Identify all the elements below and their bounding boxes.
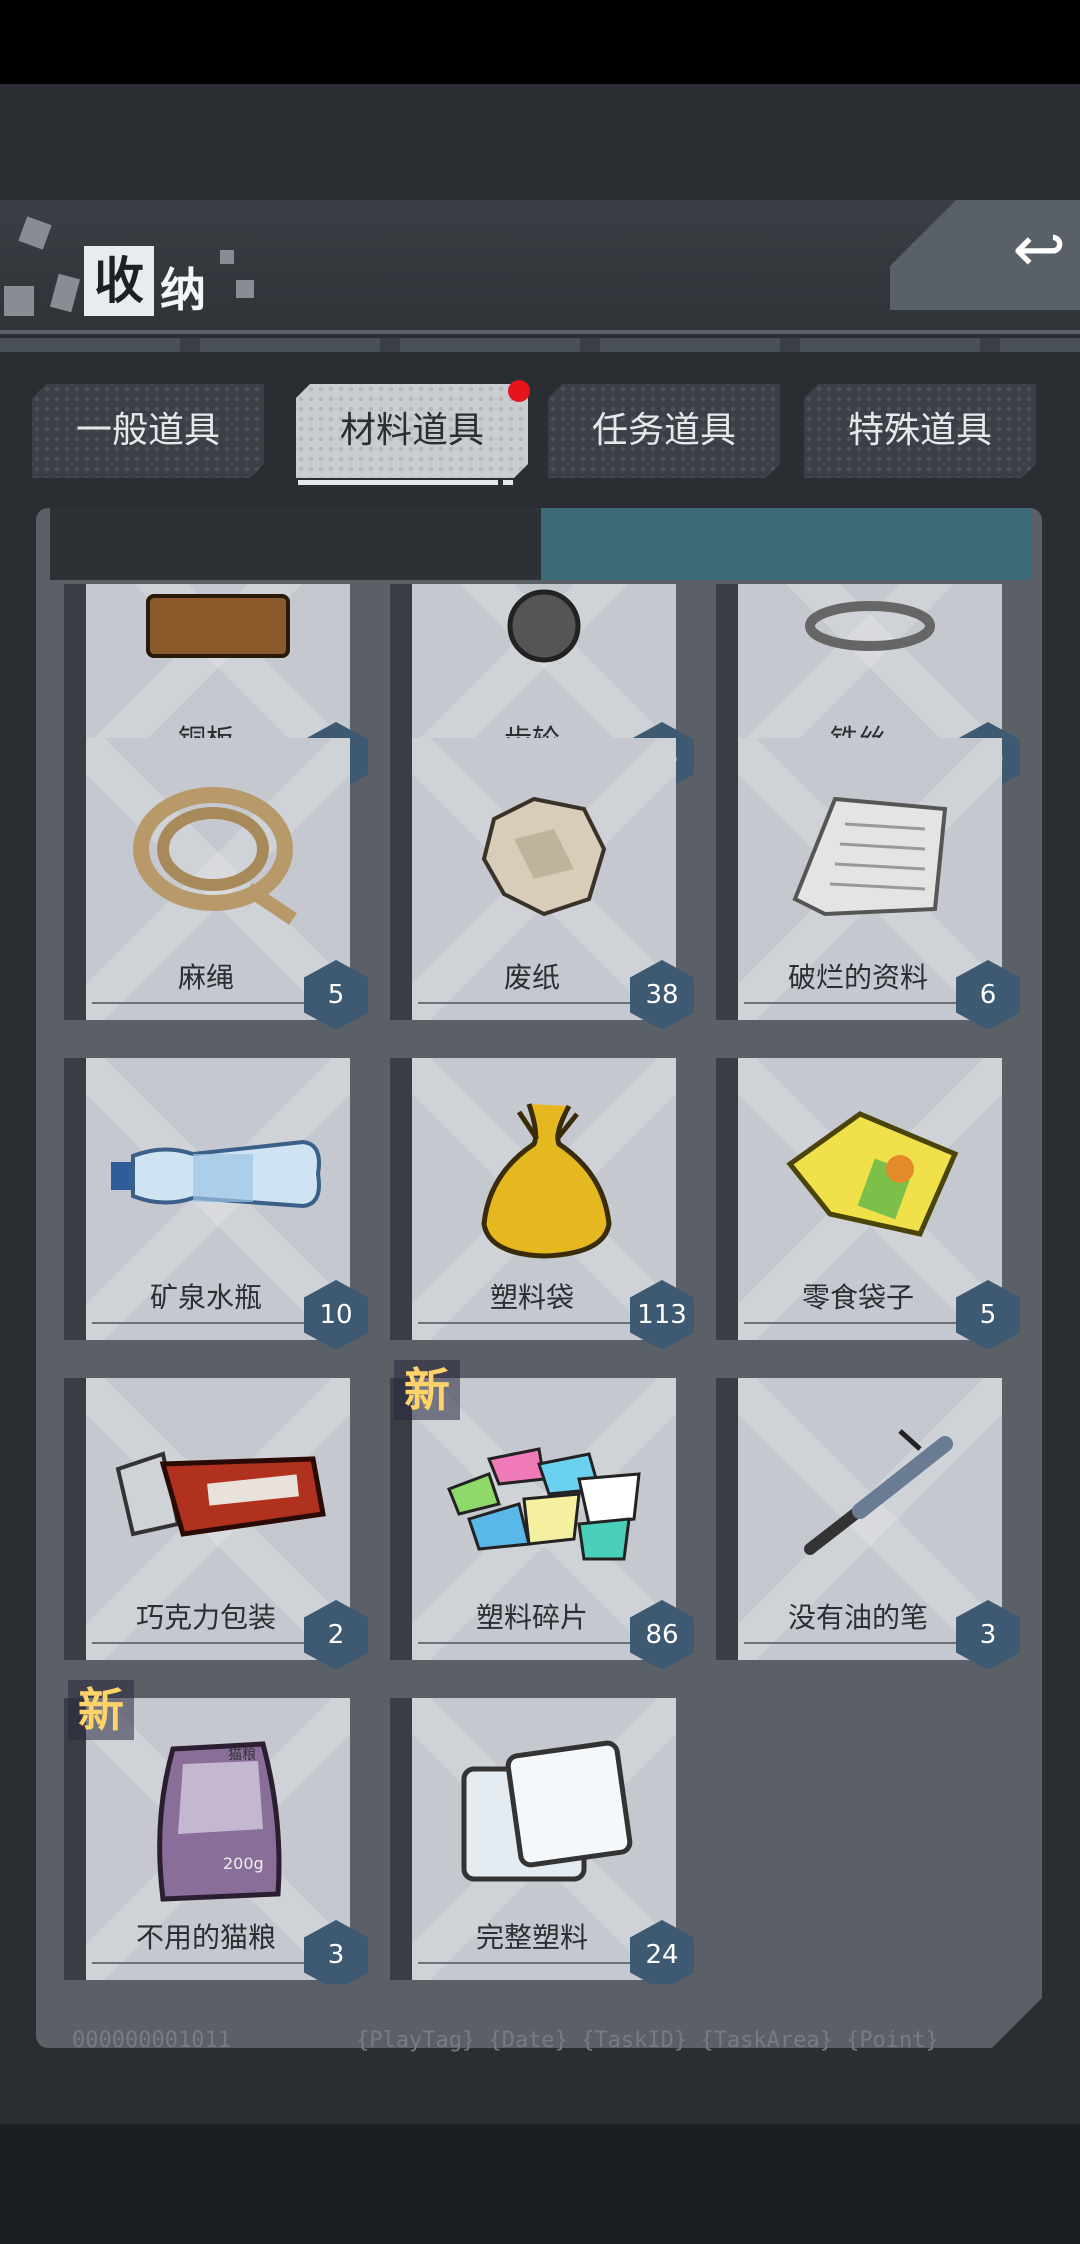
item-card[interactable]: 塑料袋 113 bbox=[390, 1058, 694, 1350]
waste-paper-icon bbox=[412, 756, 676, 952]
status-bar bbox=[0, 0, 1080, 84]
gear-icon bbox=[412, 584, 676, 714]
item-name: 矿泉水瓶 bbox=[149, 1281, 262, 1314]
item-card[interactable]: 麻绳 5 bbox=[64, 738, 368, 1030]
panel-header-bar bbox=[50, 508, 1032, 580]
item-name: 巧克力包装 bbox=[135, 1601, 276, 1634]
wire-icon bbox=[738, 584, 1002, 714]
plastic-bag-icon bbox=[412, 1076, 676, 1272]
item-name: 不用的猫粮 bbox=[135, 1921, 276, 1954]
chocolate-wrapper-icon bbox=[86, 1396, 350, 1592]
item-card[interactable]: 零食袋子 5 bbox=[716, 1058, 1020, 1350]
item-card[interactable]: 巧克力包装 2 bbox=[64, 1378, 368, 1670]
item-card[interactable]: 没有油的笔 3 bbox=[716, 1378, 1020, 1670]
plastic-shards-icon bbox=[412, 1396, 676, 1592]
cat-food-bag-icon: 猫粮 200g bbox=[86, 1716, 350, 1912]
pen-icon bbox=[738, 1396, 1002, 1592]
footer-placeholders: {PlayTag} {Date} {TaskID} {TaskArea} {Po… bbox=[356, 2028, 939, 2053]
active-tab-underline bbox=[503, 480, 513, 485]
back-button[interactable]: ↩ bbox=[890, 200, 1080, 310]
item-card[interactable]: 完整塑料 24 bbox=[390, 1698, 694, 1984]
tab-special-items[interactable]: 特殊道具 bbox=[804, 384, 1036, 478]
tab-general-items[interactable]: 一般道具 bbox=[32, 384, 264, 478]
decor-square bbox=[236, 280, 254, 298]
new-item-tag: 新 bbox=[394, 1360, 460, 1420]
header-stripe bbox=[0, 338, 1080, 352]
item-name: 完整塑料 bbox=[475, 1921, 588, 1954]
decor-square bbox=[4, 286, 34, 316]
item-grid[interactable]: 铜板 8 齿轮 13 铁丝 15 麻绳 5 bbox=[60, 584, 1020, 1984]
copper-plate-icon bbox=[86, 584, 350, 714]
plastic-container-icon bbox=[412, 1716, 676, 1912]
new-item-tag: 新 bbox=[68, 1680, 134, 1740]
return-arrow-icon: ↩ bbox=[1012, 213, 1066, 287]
rope-icon bbox=[86, 756, 350, 952]
category-tabs: 一般道具 材料道具 任务道具 特殊道具 bbox=[32, 384, 1052, 484]
item-name: 废纸 bbox=[503, 961, 560, 994]
item-name: 塑料碎片 bbox=[475, 1601, 588, 1634]
item-card[interactable]: 塑料碎片 86 bbox=[390, 1378, 694, 1670]
system-nav-bar bbox=[0, 2124, 1080, 2244]
item-name: 麻绳 bbox=[177, 961, 234, 994]
item-card[interactable]: 废纸 38 bbox=[390, 738, 694, 1030]
item-card[interactable]: 猫粮 200g 不用的猫粮 3 bbox=[64, 1698, 368, 1984]
decor-square bbox=[18, 216, 52, 250]
item-card[interactable]: 矿泉水瓶 10 bbox=[64, 1058, 368, 1350]
snack-bag-icon bbox=[738, 1076, 1002, 1272]
svg-text:猫粮: 猫粮 bbox=[228, 1747, 256, 1763]
tab-material-items[interactable]: 材料道具 bbox=[296, 384, 528, 478]
item-name: 破烂的资料 bbox=[787, 961, 928, 994]
header: 收 纳 ↩ bbox=[0, 200, 1080, 352]
tattered-document-icon bbox=[738, 756, 1002, 952]
decor-square bbox=[220, 250, 234, 264]
active-tab-underline bbox=[298, 480, 498, 485]
item-card[interactable]: 破烂的资料 6 bbox=[716, 738, 1020, 1030]
page-title: 纳 bbox=[160, 263, 206, 317]
tab-quest-items[interactable]: 任务道具 bbox=[548, 384, 780, 478]
water-bottle-icon bbox=[86, 1076, 350, 1272]
item-name: 塑料袋 bbox=[489, 1281, 574, 1314]
decor-square bbox=[49, 273, 81, 313]
page-title-highlight: 收 bbox=[84, 246, 154, 316]
notification-dot bbox=[508, 380, 530, 402]
svg-text:200g: 200g bbox=[223, 1854, 264, 1873]
footer-id: 000000001011 bbox=[72, 2028, 231, 2053]
item-name: 零食袋子 bbox=[801, 1281, 914, 1314]
item-name: 没有油的笔 bbox=[787, 1601, 928, 1634]
